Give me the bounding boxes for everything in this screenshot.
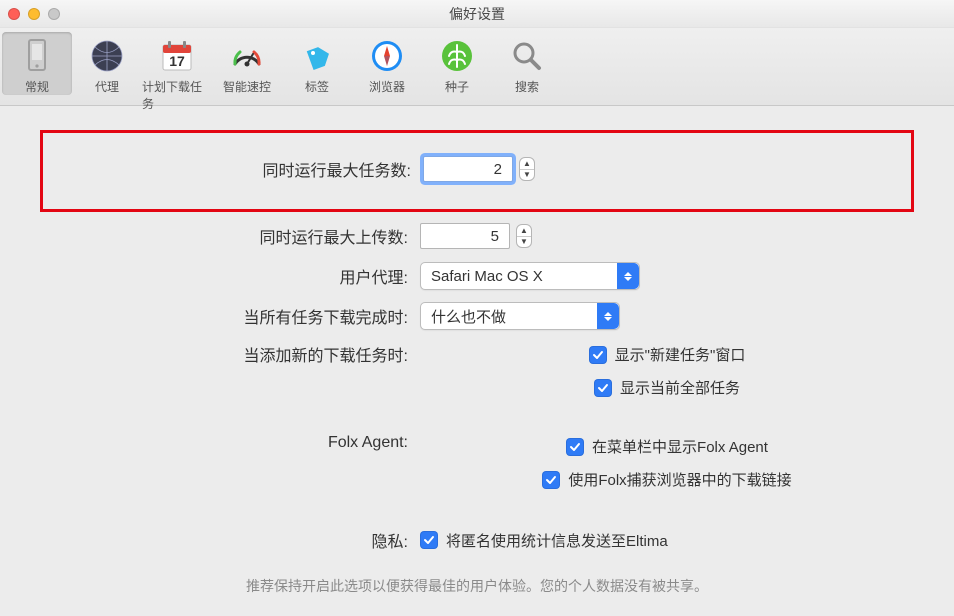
checkbox-menubar-agent[interactable] xyxy=(566,438,584,456)
max-tasks-stepper[interactable]: ▲ ▼ xyxy=(519,157,535,181)
search-icon xyxy=(509,38,545,74)
select-arrows-icon xyxy=(597,303,619,329)
label-max-uploads: 同时运行最大上传数: xyxy=(40,224,420,248)
content: 同时运行最大任务数: ▲ ▼ 同时运行最大上传数: ▲ ▼ 用户代理: Safa… xyxy=(0,106,954,616)
toolbar-browser[interactable]: 浏览器 xyxy=(352,32,422,95)
checkbox-show-new-task-window[interactable] xyxy=(589,346,607,364)
globe-icon xyxy=(89,38,125,74)
toolbar-seeds[interactable]: 种子 xyxy=(422,32,492,95)
label-folx-agent: Folx Agent: xyxy=(40,432,420,452)
toolbar-smart-label: 智能速控 xyxy=(223,78,271,95)
checkbox-anon-stats[interactable] xyxy=(420,531,438,549)
row-on-complete: 当所有任务下载完成时: 什么也不做 xyxy=(40,300,914,332)
row-folx-agent: Folx Agent: 在菜单栏中显示Folx Agent 使用Folx捕获浏览… xyxy=(40,432,914,494)
stepper-up-icon[interactable]: ▲ xyxy=(517,225,531,237)
row-new-task: 当添加新的下载任务时: 显示"新建任务"窗口 显示当前全部任务 xyxy=(40,340,914,402)
toolbar-general-label: 常规 xyxy=(25,78,49,95)
traffic-lights xyxy=(8,8,60,20)
toolbar-smart[interactable]: 智能速控 xyxy=(212,32,282,95)
minimize-button[interactable] xyxy=(28,8,40,20)
user-agent-select[interactable]: Safari Mac OS X xyxy=(420,262,640,290)
window-title: 偏好设置 xyxy=(0,4,954,24)
stepper-down-icon[interactable]: ▼ xyxy=(517,237,531,248)
label-user-agent: 用户代理: xyxy=(40,264,420,288)
row-max-tasks: 同时运行最大任务数: ▲ ▼ xyxy=(43,153,911,185)
checkbox-label: 在菜单栏中显示Folx Agent xyxy=(592,436,768,457)
seed-icon xyxy=(439,38,475,74)
label-new-task: 当添加新的下载任务时: xyxy=(40,340,420,366)
stepper-up-icon[interactable]: ▲ xyxy=(520,158,534,170)
checkbox-capture-links[interactable] xyxy=(542,471,560,489)
toolbar-schedule-label: 计划下载任务 xyxy=(142,78,212,112)
maximize-button[interactable] xyxy=(48,8,60,20)
max-uploads-stepper[interactable]: ▲ ▼ xyxy=(516,224,532,248)
stepper-down-icon[interactable]: ▼ xyxy=(520,170,534,181)
toolbar-proxy[interactable]: 代理 xyxy=(72,32,142,95)
toolbar-proxy-label: 代理 xyxy=(95,78,119,95)
tag-icon xyxy=(299,38,335,74)
toolbar-search-label: 搜索 xyxy=(515,78,539,95)
checkbox-label: 将匿名使用统计信息发送至Eltima xyxy=(446,530,668,551)
titlebar: 偏好设置 xyxy=(0,0,954,28)
label-on-complete: 当所有任务下载完成时: xyxy=(40,304,420,328)
row-privacy: 隐私: 将匿名使用统计信息发送至Eltima xyxy=(40,524,914,556)
gauge-icon xyxy=(229,38,265,74)
toolbar-schedule[interactable]: 17 计划下载任务 xyxy=(142,32,212,112)
toolbar-seeds-label: 种子 xyxy=(445,78,469,95)
toolbar-search[interactable]: 搜索 xyxy=(492,32,562,95)
checkbox-label: 显示当前全部任务 xyxy=(620,377,740,398)
highlight-box: 同时运行最大任务数: ▲ ▼ xyxy=(40,130,914,212)
checkbox-label: 显示"新建任务"窗口 xyxy=(615,344,746,365)
max-uploads-input[interactable] xyxy=(420,223,510,249)
toolbar-general[interactable]: 常规 xyxy=(2,32,72,95)
toolbar: 常规 代理 17 计划下载任务 xyxy=(0,28,954,106)
checkbox-label: 使用Folx捕获浏览器中的下载链接 xyxy=(568,469,791,490)
calendar-icon: 17 xyxy=(159,38,195,74)
on-complete-select[interactable]: 什么也不做 xyxy=(420,302,620,330)
toolbar-tags[interactable]: 标签 xyxy=(282,32,352,95)
row-max-uploads: 同时运行最大上传数: ▲ ▼ xyxy=(40,220,914,252)
general-icon xyxy=(19,38,55,74)
row-user-agent: 用户代理: Safari Mac OS X xyxy=(40,260,914,292)
footnote: 推荐保持开启此选项以便获得最佳的用户体验。您的个人数据没有被共享。 xyxy=(40,576,914,596)
checkbox-show-all-tasks[interactable] xyxy=(594,379,612,397)
select-arrows-icon xyxy=(617,263,639,289)
max-tasks-input[interactable] xyxy=(423,156,513,182)
on-complete-value: 什么也不做 xyxy=(431,306,506,327)
user-agent-value: Safari Mac OS X xyxy=(431,268,543,285)
label-max-tasks: 同时运行最大任务数: xyxy=(43,157,423,181)
close-button[interactable] xyxy=(8,8,20,20)
toolbar-tags-label: 标签 xyxy=(305,78,329,95)
svg-text:17: 17 xyxy=(169,53,185,69)
label-privacy: 隐私: xyxy=(40,528,420,552)
compass-icon xyxy=(369,38,405,74)
toolbar-browser-label: 浏览器 xyxy=(369,78,405,95)
